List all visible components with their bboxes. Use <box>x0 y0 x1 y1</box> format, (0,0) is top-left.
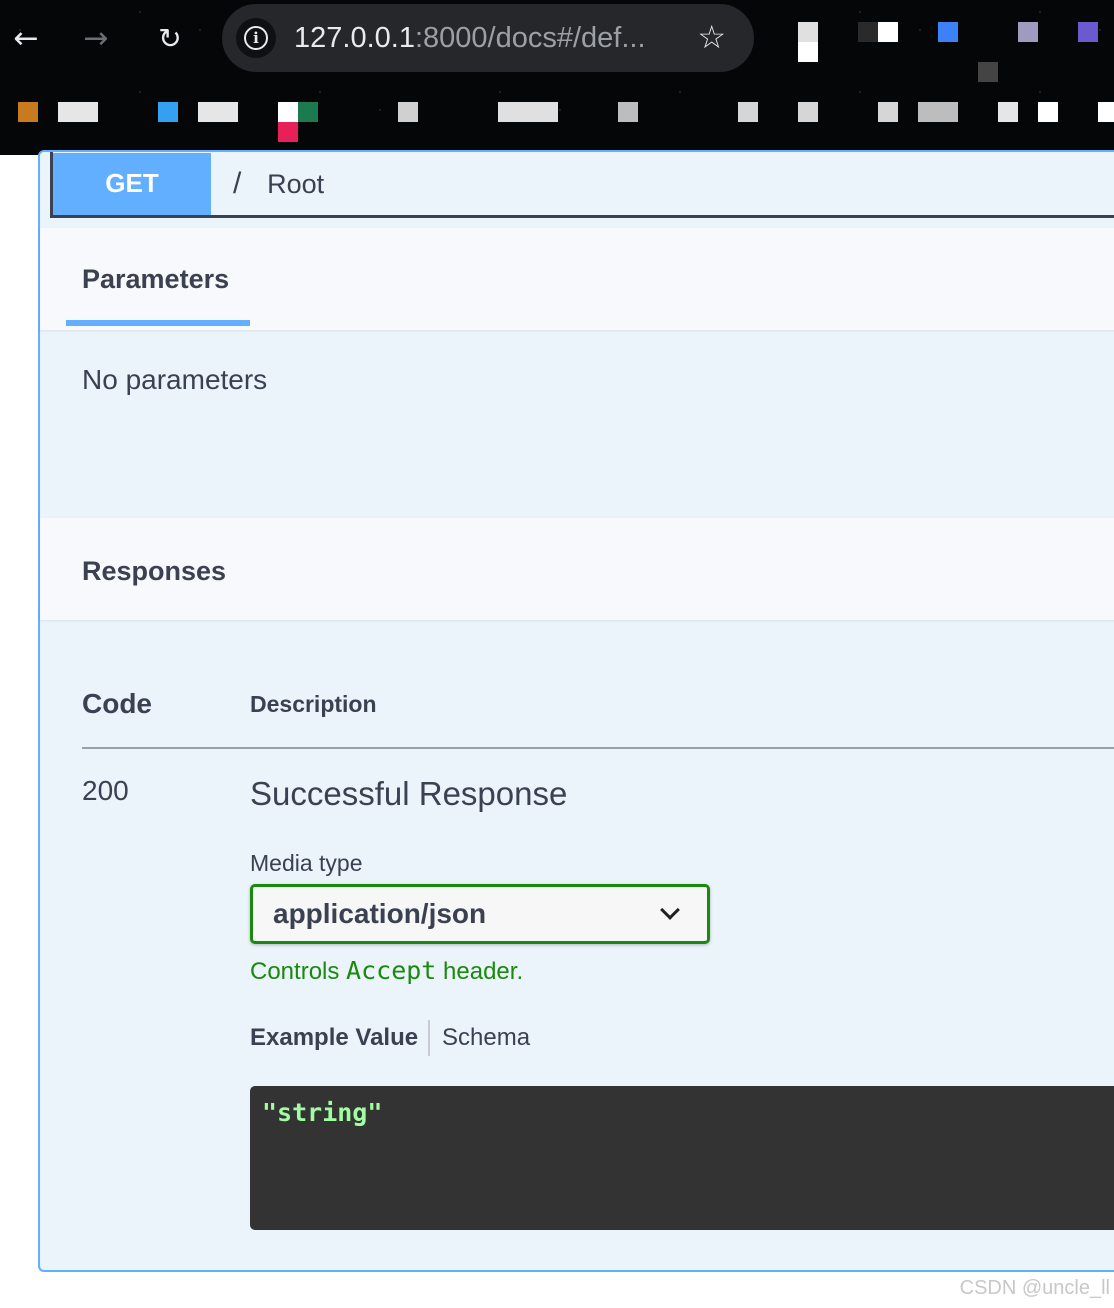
column-header-code: Code <box>82 688 152 719</box>
bookmark-star-icon[interactable]: ☆ <box>697 18 726 56</box>
bookmark-icon[interactable] <box>18 102 38 122</box>
url-host: 127.0.0.1 <box>294 21 415 54</box>
bookmark-icon[interactable] <box>1038 102 1058 122</box>
bookmark-icon[interactable] <box>58 102 98 122</box>
bookmark-icon[interactable] <box>798 102 818 122</box>
controls-prefix: Controls <box>250 958 340 985</box>
media-type-label: Media type <box>250 850 363 876</box>
path-text: / <box>233 166 242 200</box>
operation-path: / Root <box>233 167 324 201</box>
bookmark-icon[interactable] <box>878 102 898 122</box>
responses-title: Responses <box>82 556 227 586</box>
extension-icon[interactable] <box>978 62 998 82</box>
bookmark-icon[interactable] <box>278 102 298 122</box>
chevron-down-icon <box>660 900 680 920</box>
column-header-description: Description <box>250 691 377 717</box>
tab-example-value[interactable]: Example Value <box>250 1024 418 1052</box>
media-type-select[interactable]: application/json <box>250 884 710 944</box>
bookmark-icon[interactable] <box>998 102 1018 122</box>
bookmark-icon[interactable] <box>918 102 958 122</box>
controls-accept-note: Controls Accept header. <box>250 956 523 986</box>
tab-parameters[interactable]: Parameters <box>82 264 229 295</box>
accept-header-code: Accept <box>346 956 437 985</box>
extension-icon[interactable] <box>878 22 898 42</box>
extension-icon[interactable] <box>798 42 818 62</box>
back-arrow-icon[interactable]: ← <box>6 18 46 58</box>
extension-icon[interactable] <box>938 22 958 42</box>
bookmark-icon[interactable] <box>398 102 418 122</box>
bookmark-icon[interactable] <box>158 102 178 122</box>
response-code: 200 <box>82 775 129 806</box>
bookmark-icon[interactable] <box>278 122 298 142</box>
no-parameters-text: No parameters <box>82 364 268 395</box>
http-method-badge: GET <box>53 152 211 215</box>
parameters-header: Parameters <box>40 228 1114 330</box>
extension-icon[interactable] <box>858 22 878 42</box>
responses-header: Responses <box>40 518 1114 620</box>
extension-icon[interactable] <box>1018 22 1038 42</box>
tab-divider <box>428 1020 430 1056</box>
example-value-block: "string" <box>250 1086 1114 1230</box>
bookmark-icon[interactable] <box>498 102 558 122</box>
extension-icon[interactable] <box>798 22 818 42</box>
active-tab-indicator <box>66 320 250 326</box>
address-bar[interactable]: i 127.0.0.1:8000/docs#/def... ☆ <box>222 4 754 72</box>
media-type-value: application/json <box>273 898 487 929</box>
example-value-code: "string" <box>262 1098 383 1127</box>
forward-arrow-icon[interactable]: → <box>76 18 116 58</box>
url-path: :8000/docs#/def... <box>414 21 646 54</box>
browser-toolbar: ← → ↻ i 127.0.0.1:8000/docs#/def... ☆ <box>0 0 1114 155</box>
reload-icon[interactable]: ↻ <box>150 18 190 58</box>
operation-block: GET / Root Parameters No parameters Resp… <box>38 150 1114 1272</box>
operation-summary[interactable]: GET / Root <box>50 152 1114 218</box>
bookmark-icon[interactable] <box>198 102 238 122</box>
url-text[interactable]: 127.0.0.1:8000/docs#/def... <box>294 22 646 55</box>
bookmark-icon[interactable] <box>738 102 758 122</box>
response-description: Successful Response <box>250 775 568 812</box>
table-divider <box>82 747 1114 749</box>
tab-schema[interactable]: Schema <box>442 1024 530 1052</box>
extension-icon[interactable] <box>1078 22 1098 42</box>
site-info-icon[interactable]: i <box>236 18 276 58</box>
operation-summary-text: Root <box>267 168 325 199</box>
watermark: CSDN @uncle_ll <box>959 1277 1110 1299</box>
bookmark-icon[interactable] <box>618 102 638 122</box>
controls-suffix: header. <box>443 958 524 985</box>
bookmark-icon[interactable] <box>298 102 318 122</box>
bookmark-icon[interactable] <box>1098 102 1114 122</box>
